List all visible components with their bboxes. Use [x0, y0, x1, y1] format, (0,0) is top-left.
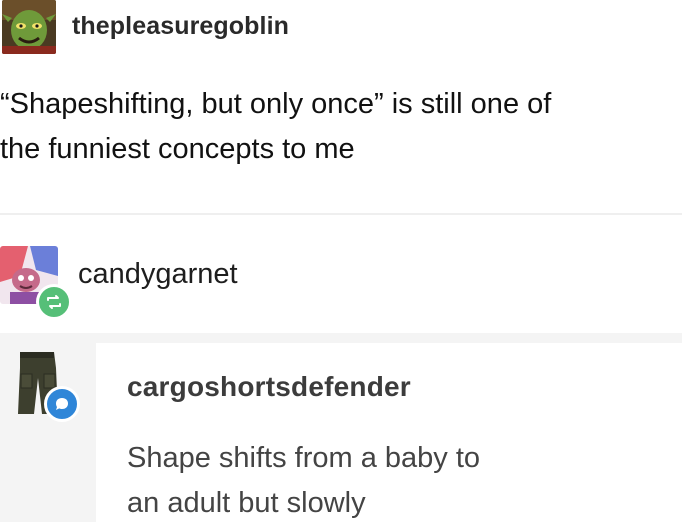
reply-body: Shape shifts from a baby to an adult but… — [127, 436, 667, 526]
reply-body-line: Shape shifts from a baby to — [127, 442, 481, 474]
message-bubble-icon — [44, 386, 80, 422]
reblogger-username[interactable]: candygarnet — [78, 258, 238, 291]
original-poster-username[interactable]: thepleasuregoblin — [72, 12, 289, 41]
goblin-avatar-icon[interactable] — [2, 0, 56, 54]
post-body: “Shapeshifting, but only once” is still … — [0, 82, 682, 172]
post-body-line: “Shapeshifting, but only once” is still … — [0, 88, 552, 120]
post-body-line: the funniest concepts to me — [0, 133, 355, 165]
replier-username[interactable]: cargoshortsdefender — [127, 371, 411, 403]
tumblr-post: thepleasuregoblin “Shapeshifting, but on… — [0, 0, 682, 522]
reblog-icon — [36, 284, 72, 320]
reply-body-line: an adult but slowly — [127, 487, 366, 519]
post-divider — [0, 213, 682, 215]
